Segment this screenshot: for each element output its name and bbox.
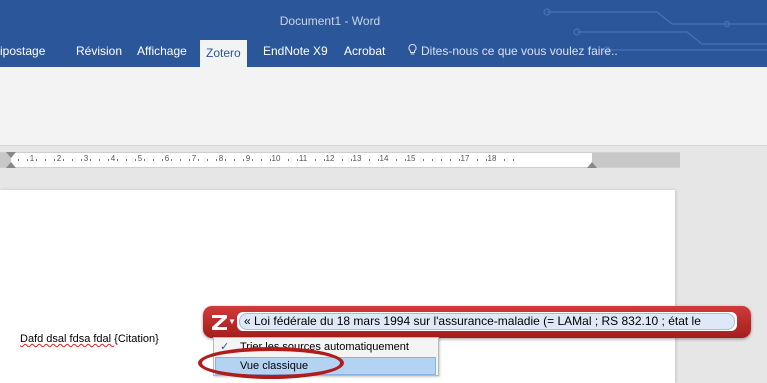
ruler-number: 11 [298, 154, 308, 163]
ruler-tick [477, 159, 478, 161]
menu-item-classic-view[interactable]: Vue classique [215, 357, 436, 375]
ruler-number: 9 [245, 154, 251, 163]
ruler-number: 12 [325, 154, 335, 163]
ruler-number: 14 [379, 154, 389, 163]
ruler-tick [351, 159, 352, 161]
tab-zotero[interactable]: Zotero [200, 40, 247, 67]
ruler-tick [378, 159, 379, 161]
ruler-number: 6 [164, 154, 170, 163]
citation-placeholder: {Citation} [114, 333, 159, 345]
document-text: Dafd dsal fdsa fdal [20, 333, 115, 345]
ruler-tick [135, 159, 136, 161]
ruler-tick [180, 159, 181, 161]
tab-acrobat[interactable]: Acrobat [344, 44, 385, 58]
ruler-number: 2 [56, 154, 62, 163]
ruler-tick [198, 159, 199, 161]
tab-endnote[interactable]: EndNote X9 [263, 44, 328, 58]
ruler-tick [405, 159, 406, 161]
ruler-tick [504, 159, 505, 161]
tell-me-box[interactable]: Dites-nous ce que vous voulez faire.. [408, 43, 618, 58]
ruler-number: 13 [352, 154, 362, 163]
ruler-tick [243, 159, 244, 161]
ruler-tick [486, 159, 487, 161]
ruler-tick [99, 159, 100, 161]
ruler-number: 18 [487, 154, 497, 163]
ruler-tick [90, 159, 91, 161]
ruler-number: 15 [406, 154, 416, 163]
ruler-number: 8 [218, 154, 224, 163]
ruler-tick [441, 159, 442, 161]
zotero-options-menu: ✓ Trier les sources automatiquement Vue … [213, 337, 439, 376]
ruler-tick [153, 159, 154, 161]
ruler-tick [81, 159, 82, 161]
zotero-quick-format-bar: ▼ « Loi fédérale du 18 mars 1994 sur l'a… [203, 306, 751, 338]
tell-me-placeholder: Dites-nous ce que vous voulez faire.. [421, 44, 618, 58]
ruler-tick [45, 159, 46, 161]
left-indent-marker[interactable] [6, 162, 16, 168]
ruler-tick [432, 159, 433, 161]
title-bar: Document1 - Word ipostage Révision Affic… [0, 0, 767, 67]
ruler-tick [225, 159, 226, 161]
ruler-tick [270, 159, 271, 161]
ruler-tick [261, 159, 262, 161]
ruler-number: 4 [110, 154, 116, 163]
lightbulb-icon [408, 43, 417, 58]
ribbon-panel [0, 67, 767, 146]
ruler-tick [297, 159, 298, 161]
document-paragraph[interactable]: Dafd dsal fdsa fdal {Citation} [20, 333, 159, 345]
ruler-tick [513, 159, 514, 161]
tab-revision[interactable]: Révision [76, 44, 122, 58]
ruler-number: 10 [271, 154, 281, 163]
ruler-tick [171, 159, 172, 161]
ruler-tick [216, 159, 217, 161]
citation-bubble[interactable]: « Loi fédérale du 18 mars 1994 sur l'ass… [239, 313, 735, 330]
horizontal-ruler[interactable]: 1 2 3 4 5 6 7 8 9 10 11 12 13 14 15 17 18 [0, 152, 680, 168]
ribbon-tabs: ipostage Révision Affichage Zotero EndNo… [0, 40, 767, 67]
ruler-tick [288, 159, 289, 161]
chevron-down-icon[interactable]: ▼ [228, 317, 236, 326]
ruler-tick [72, 159, 73, 161]
menu-item-auto-sort[interactable]: ✓ Trier les sources automatiquement [214, 339, 438, 356]
ruler-tick [144, 159, 145, 161]
ruler-tick [162, 159, 163, 161]
ruler-tick [423, 159, 424, 161]
ruler-number: 7 [191, 154, 197, 163]
zotero-logo-icon[interactable] [211, 313, 228, 331]
checkmark-icon: ✓ [220, 341, 230, 353]
tab-affichage[interactable]: Affichage [137, 44, 187, 58]
ruler-tick [252, 159, 253, 161]
ruler-tick [27, 159, 28, 161]
ruler-tick [234, 159, 235, 161]
ruler-area: 1 2 3 4 5 6 7 8 9 10 11 12 13 14 15 17 18 [0, 146, 767, 176]
ruler-tick [324, 159, 325, 161]
ruler-tick [459, 159, 460, 161]
ruler-right-margin [592, 153, 680, 167]
menu-item-auto-sort-label: Trier les sources automatiquement [240, 341, 409, 353]
ruler-tick [108, 159, 109, 161]
ruler-tick [315, 159, 316, 161]
ruler-tick [117, 159, 118, 161]
menu-item-classic-view-label: Vue classique [240, 360, 309, 372]
ruler-number: 1 [29, 154, 35, 163]
tab-publipostage[interactable]: ipostage [0, 44, 45, 58]
ruler-tick [54, 159, 55, 161]
ruler-tick [207, 159, 208, 161]
right-indent-marker[interactable] [587, 162, 597, 168]
ruler-number: 5 [137, 154, 143, 163]
ruler-tick [396, 159, 397, 161]
ruler-tick [63, 159, 64, 161]
ruler-number: 17 [460, 154, 470, 163]
ruler-tick [126, 159, 127, 161]
ruler-tick [369, 159, 370, 161]
first-line-indent-marker[interactable] [6, 152, 16, 158]
ruler-tick [36, 159, 37, 161]
ruler-tick [189, 159, 190, 161]
citation-search-field[interactable]: « Loi fédérale du 18 mars 1994 sur l'ass… [237, 312, 737, 331]
ruler-tick [342, 159, 343, 161]
ruler-tick [18, 159, 19, 161]
ruler-tick [450, 159, 451, 161]
ruler-number: 3 [83, 154, 89, 163]
